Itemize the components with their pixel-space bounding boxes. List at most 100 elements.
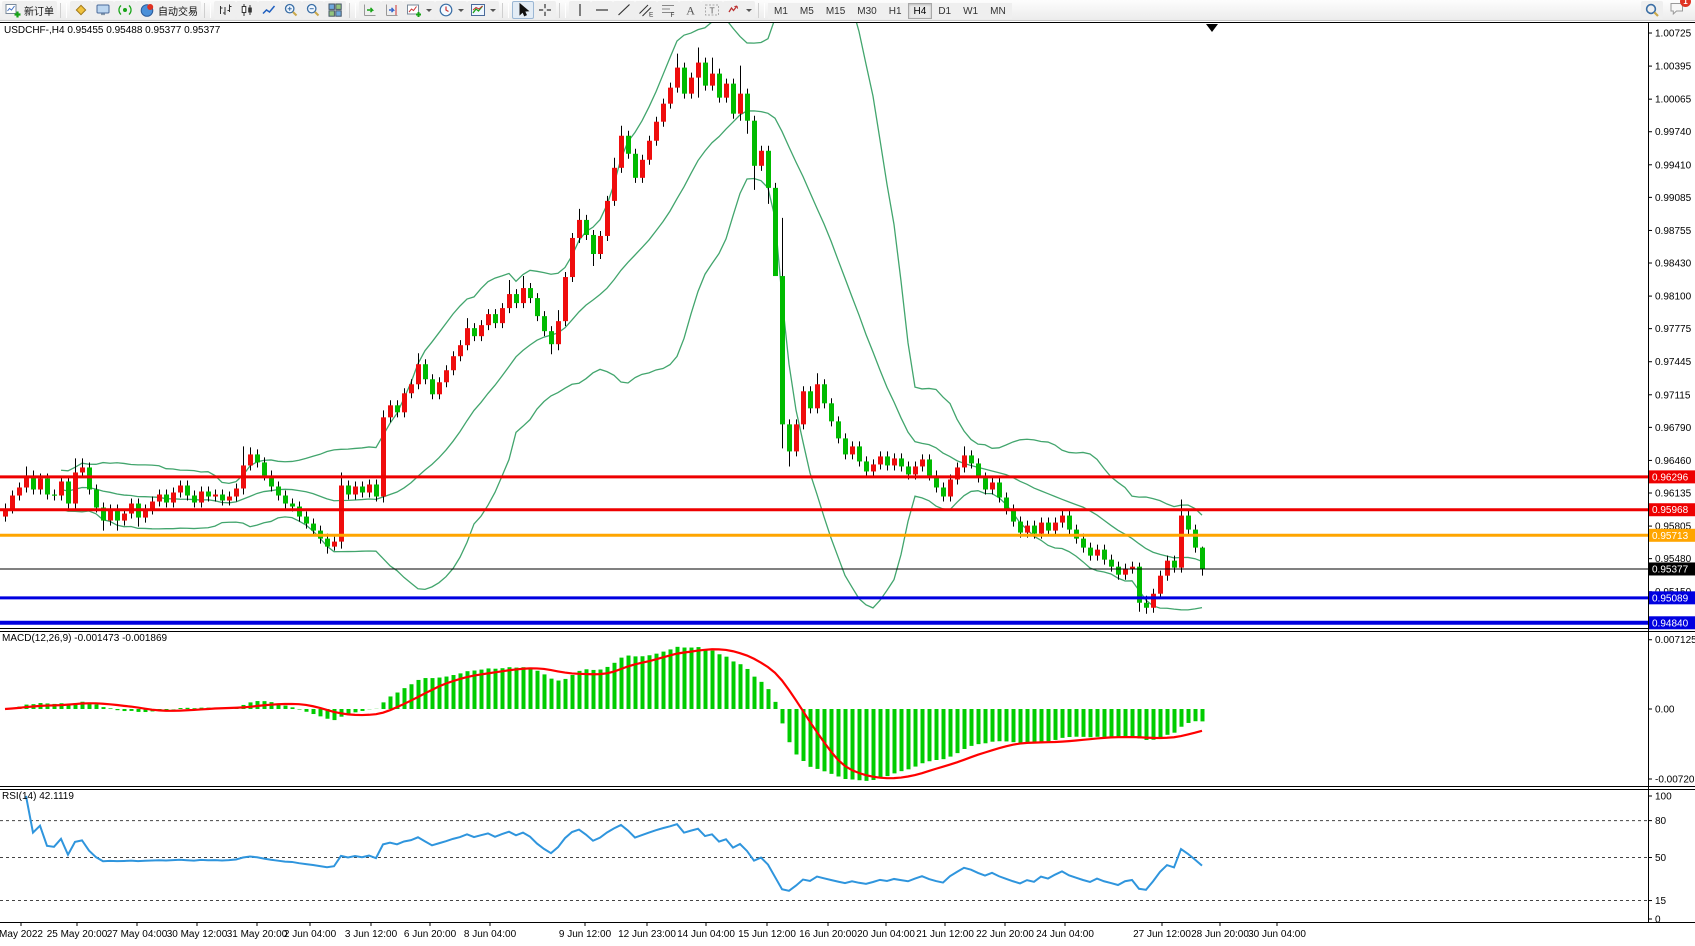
toolbar-separator: [60, 3, 67, 18]
line-chart-icon: [261, 2, 277, 18]
macd-axis-label: -0.007201: [1655, 775, 1695, 786]
bb-upper-band: [61, 0, 1202, 515]
fibonacci-tool-button[interactable]: F: [657, 1, 679, 19]
candle: [178, 485, 183, 492]
auto-trading-button[interactable]: 自动交易: [136, 1, 201, 19]
periods-button[interactable]: [435, 1, 467, 19]
clock-icon: [438, 2, 454, 18]
candlestick-chart-button[interactable]: [236, 1, 258, 19]
candle: [1116, 567, 1121, 575]
auto-trading-icon: [139, 2, 155, 18]
toolbar-separator: [559, 3, 566, 18]
price-tick-label: 1.00395: [1655, 62, 1692, 73]
crosshair-tool-button[interactable]: [534, 1, 556, 19]
candle: [500, 308, 505, 323]
price-tag-label: 0.94840: [1652, 618, 1689, 629]
rsi-indicator-label: RSI(14) 42.1119: [2, 791, 74, 802]
candle: [983, 477, 988, 489]
price-tick-label: 1.00725: [1655, 29, 1692, 40]
price-tick-label: 0.99085: [1655, 193, 1692, 204]
candle: [52, 495, 57, 496]
candle: [1004, 498, 1009, 510]
market-watch-button[interactable]: [92, 1, 114, 19]
candle: [409, 384, 414, 393]
candle: [430, 379, 435, 394]
candle: [738, 94, 743, 114]
new-order-label: 新订单: [24, 3, 54, 18]
candle: [563, 277, 568, 321]
macd-axis-label: 0.007125: [1655, 635, 1695, 646]
candle: [1095, 550, 1100, 556]
timeframe-button-D1[interactable]: D1: [932, 3, 957, 19]
bb-lower-band: [61, 179, 1202, 610]
search-button[interactable]: [1641, 1, 1663, 19]
candle: [857, 446, 862, 461]
candle: [339, 485, 344, 541]
candle: [619, 136, 624, 168]
vertical-line-tool-button[interactable]: [569, 1, 591, 19]
time-axis-label: 24 Jun 04:00: [1036, 929, 1094, 940]
bollinger-bands: [61, 0, 1202, 610]
candle: [486, 314, 491, 325]
candle: [346, 485, 351, 494]
chevron-down-icon: [426, 9, 432, 12]
rsi-axis-label: 0: [1655, 915, 1661, 926]
templates-button[interactable]: [467, 1, 499, 19]
time-axis-label: 21 Jun 12:00: [916, 929, 974, 940]
candle: [493, 314, 498, 323]
cursor-tool-button[interactable]: [512, 1, 534, 19]
candle: [1060, 516, 1065, 523]
tile-windows-button[interactable]: [324, 1, 346, 19]
chart-canvas[interactable]: 1.007251.003951.000650.997400.994100.990…: [0, 0, 1695, 946]
horizontal-line-tool-button[interactable]: [591, 1, 613, 19]
chart-title: USDCHF-,H4 0.95455 0.95488 0.95377 0.953…: [4, 25, 220, 36]
new-order-button[interactable]: 新订单: [2, 1, 57, 19]
timeframe-button-W1[interactable]: W1: [957, 3, 984, 19]
auto-scroll-button[interactable]: [359, 1, 381, 19]
timeframe-button-H4[interactable]: H4: [908, 3, 933, 19]
candle: [521, 288, 526, 303]
zoom-out-button[interactable]: [302, 1, 324, 19]
candle: [458, 345, 463, 356]
timeframe-button-M15[interactable]: M15: [820, 3, 851, 19]
candle: [941, 487, 946, 496]
candle: [759, 151, 764, 166]
text-tool-button[interactable]: A: [679, 1, 701, 19]
candle: [1109, 560, 1114, 567]
timeframe-button-M5[interactable]: M5: [794, 3, 820, 19]
arrows-tool-button[interactable]: [723, 1, 755, 19]
timeframe-button-M30[interactable]: M30: [851, 3, 882, 19]
chart-shift-button[interactable]: [381, 1, 403, 19]
label-tool-button[interactable]: T: [701, 1, 723, 19]
timeframe-button-H1[interactable]: H1: [883, 3, 908, 19]
timeframe-button-M1[interactable]: M1: [768, 3, 794, 19]
signals-button[interactable]: [114, 1, 136, 19]
candle: [766, 151, 771, 188]
candle: [829, 403, 834, 421]
candle: [787, 424, 792, 451]
chart-frame: [0, 22, 1695, 923]
macd-indicator-label: MACD(12,26,9) -0.001473 -0.001869: [2, 633, 167, 644]
candle: [976, 463, 981, 477]
candle: [710, 74, 715, 86]
new-chart-button[interactable]: [403, 1, 435, 19]
candle: [290, 504, 295, 507]
new-chart-icon: [406, 2, 422, 18]
channel-tool-button[interactable]: E: [635, 1, 657, 19]
candle: [1165, 561, 1170, 576]
zoom-in-button[interactable]: [280, 1, 302, 19]
bar-chart-button[interactable]: [214, 1, 236, 19]
price-tag-label: 0.95968: [1652, 505, 1689, 516]
timeframe-button-MN[interactable]: MN: [984, 3, 1012, 19]
trendline-tool-button[interactable]: [613, 1, 635, 19]
svg-text:A: A: [686, 4, 695, 18]
candle: [1018, 522, 1023, 533]
candle: [1179, 516, 1184, 568]
search-icon: [1644, 2, 1660, 18]
price-tick-label: 0.99740: [1655, 127, 1692, 138]
notifications-button[interactable]: 1: [1669, 0, 1685, 21]
candle: [388, 405, 393, 417]
line-chart-button[interactable]: [258, 1, 280, 19]
favorites-button[interactable]: [70, 1, 92, 19]
candle: [199, 492, 204, 503]
